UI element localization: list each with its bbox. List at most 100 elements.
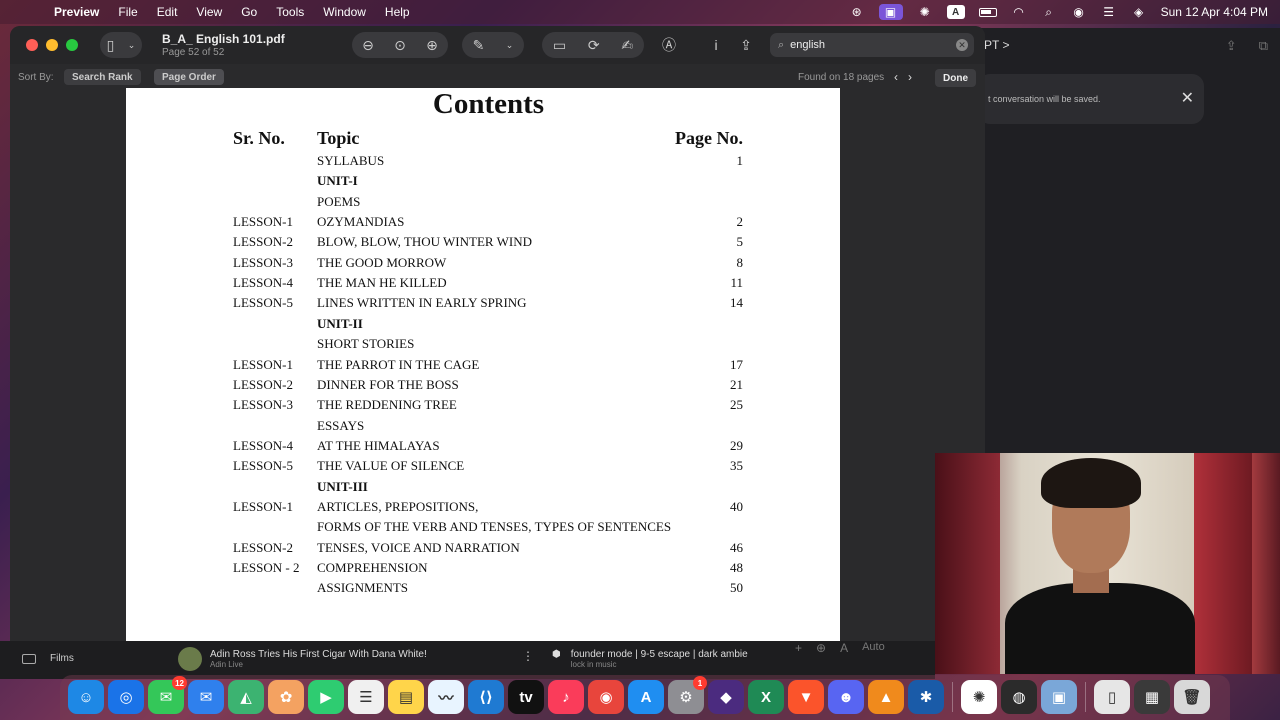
input-source-icon[interactable]: A	[946, 5, 965, 19]
menu-edit[interactable]: Edit	[157, 5, 178, 19]
new-window-icon[interactable]: ⧉	[1259, 38, 1268, 54]
dock-vlc-icon[interactable]: ▲	[868, 680, 904, 714]
minimize-window-button[interactable]	[46, 39, 58, 51]
spotlight-search-icon[interactable]: ⌕	[1041, 4, 1057, 20]
dock-music-icon[interactable]: ♪	[548, 680, 584, 714]
document-title: B_A_ English 101.pdf Page 52 of 52	[162, 32, 285, 58]
menu-window[interactable]: Window	[323, 5, 366, 19]
close-icon[interactable]: ✕	[1181, 88, 1194, 108]
brave-glyph: ▼	[798, 688, 814, 706]
zoom-window-button[interactable]	[66, 39, 78, 51]
zoom-in-icon[interactable]: ⊕	[426, 37, 438, 54]
openai-status-icon[interactable]: ⊛	[849, 4, 865, 20]
crop-icon[interactable]: ▭	[553, 37, 566, 54]
perplexity-glyph: ✱	[919, 689, 933, 706]
dock-facetime-icon[interactable]: ▶	[308, 680, 344, 714]
video-item[interactable]: Adin Ross Tries His First Cigar With Dan…	[178, 647, 427, 671]
dock-notes-icon[interactable]: ▤	[388, 680, 424, 714]
dock-document-icon[interactable]: ▯	[1094, 680, 1130, 714]
menu-bar: Preview File Edit View Go Tools Window H…	[0, 0, 1280, 24]
auto-label[interactable]: Auto	[862, 641, 885, 655]
dock-brave-icon[interactable]: ▼	[788, 680, 824, 714]
document-glyph: ▯	[1107, 689, 1117, 706]
menu-help[interactable]: Help	[385, 5, 410, 19]
dock-messages-icon[interactable]: ✉ 12	[148, 676, 187, 714]
toc-topic: DINNER FOR THE BOSS	[317, 376, 459, 392]
font-icon[interactable]: A	[840, 641, 848, 655]
sidebar-item-films[interactable]: Films	[22, 653, 74, 664]
search-field[interactable]: ⌕ english ✕	[770, 33, 974, 57]
dock-vscode-icon[interactable]: ⟨⟩	[468, 680, 504, 714]
dock-obsidian-icon[interactable]: ◆	[708, 680, 744, 714]
previous-result-icon[interactable]: ‹	[894, 70, 898, 84]
sort-search-rank-button[interactable]: Search Rank	[64, 69, 141, 85]
next-result-icon[interactable]: ›	[908, 70, 912, 84]
dock-excel-icon[interactable]: X	[748, 680, 784, 714]
messages-glyph: ✉	[159, 689, 173, 706]
sidebar-toggle-button[interactable]: ▯ ⌄	[100, 32, 142, 58]
dock-appstore-icon[interactable]: A	[628, 680, 664, 714]
edit-tools: ▭ ⟳ ✍	[542, 32, 644, 58]
chevron-down-icon[interactable]: ⌄	[506, 40, 514, 51]
menu-view[interactable]: View	[196, 5, 222, 19]
screen-record-icon[interactable]: ▣	[878, 4, 903, 20]
control-center-icon[interactable]: ☰	[1101, 4, 1117, 20]
clear-search-icon[interactable]: ✕	[956, 39, 968, 51]
dock-discord-icon[interactable]: ☻	[828, 680, 864, 714]
dock-mail-icon[interactable]: ✉	[188, 680, 224, 714]
dock-obs-icon[interactable]: ◍	[1001, 680, 1037, 714]
dock-reminders-icon[interactable]: ☰	[348, 680, 384, 714]
share-icon[interactable]: ⇪	[1226, 38, 1237, 54]
siri-icon[interactable]: ◈	[1131, 4, 1147, 20]
film-icon	[22, 653, 36, 664]
battery-icon[interactable]	[978, 7, 997, 17]
menu-go[interactable]: Go	[241, 5, 257, 19]
toc-page-no: 5	[736, 234, 744, 250]
pen-icon[interactable]: ✎	[473, 37, 485, 54]
dock-maps-icon[interactable]: ◭	[228, 680, 264, 714]
dock-trash-icon[interactable]: 🗑	[1174, 680, 1210, 714]
dock-freeform-icon[interactable]: 〰	[428, 680, 464, 714]
toc-topic: THE PARROT IN THE CAGE	[317, 356, 480, 372]
zoom-fit-icon[interactable]: ⊙	[394, 37, 406, 54]
close-window-button[interactable]	[26, 39, 38, 51]
notification-badge: 1	[693, 676, 707, 690]
zoom-out-icon[interactable]: ⊖	[362, 37, 374, 54]
done-button[interactable]: Done	[935, 69, 976, 87]
toc-topic: THE GOOD MORROW	[317, 254, 447, 270]
dock-settings-icon[interactable]: ⚙ 1	[668, 676, 707, 714]
chatgpt-menu-icon[interactable]: ✺	[917, 4, 933, 20]
dock-screenshot-icon[interactable]: ▦	[1134, 680, 1170, 714]
menu-tools[interactable]: Tools	[276, 5, 304, 19]
toc-row: LESSON-2 BLOW, BLOW, THOU WINTER WIND 5	[126, 234, 840, 254]
video-subtitle: lock in music	[570, 660, 617, 669]
share-button[interactable]: ⇪	[733, 32, 759, 58]
info-button[interactable]: i	[703, 32, 729, 58]
toc-sr-no: LESSON - 2	[233, 560, 300, 575]
dock-safari-icon[interactable]: ◎	[108, 680, 144, 714]
dock-preview-icon[interactable]: ▣	[1041, 680, 1077, 714]
dock-photos-icon[interactable]: ✿	[268, 680, 304, 714]
search-input[interactable]: english	[790, 39, 825, 51]
dock-chrome-icon[interactable]: ◉	[588, 680, 624, 714]
chat-title-fragment[interactable]: PT >	[984, 38, 1009, 52]
menu-file[interactable]: File	[118, 5, 137, 19]
video-item[interactable]: ⬢ founder mode | 9-5 escape | dark ambie…	[552, 649, 748, 669]
rotate-icon[interactable]: ⟳	[588, 37, 600, 54]
user-icon[interactable]: ◉	[1071, 4, 1087, 20]
dock-appletv-icon[interactable]: tv	[508, 680, 544, 714]
signature-icon[interactable]: ✍	[621, 37, 633, 54]
dock-finder-icon[interactable]: ☺	[68, 680, 104, 714]
plus-icon[interactable]: +	[795, 641, 802, 655]
menu-clock[interactable]: Sun 12 Apr 4:04 PM	[1161, 5, 1268, 19]
more-options-icon[interactable]: ⋮	[522, 649, 534, 663]
sort-page-order-button[interactable]: Page Order	[154, 69, 224, 85]
globe-icon[interactable]: ⊕	[816, 641, 826, 655]
dock-perplexity-icon[interactable]: ✱	[908, 680, 944, 714]
wifi-icon[interactable]: ◠	[1011, 4, 1027, 20]
toc-sr-no: LESSON-1	[233, 498, 293, 514]
markup-button[interactable]: Ⓐ	[656, 32, 682, 58]
menu-app-name[interactable]: Preview	[54, 5, 99, 19]
toc-row: LESSON-5 THE VALUE OF SILENCE 35	[126, 458, 840, 478]
dock-chatgpt-icon[interactable]: ✺	[961, 680, 997, 714]
